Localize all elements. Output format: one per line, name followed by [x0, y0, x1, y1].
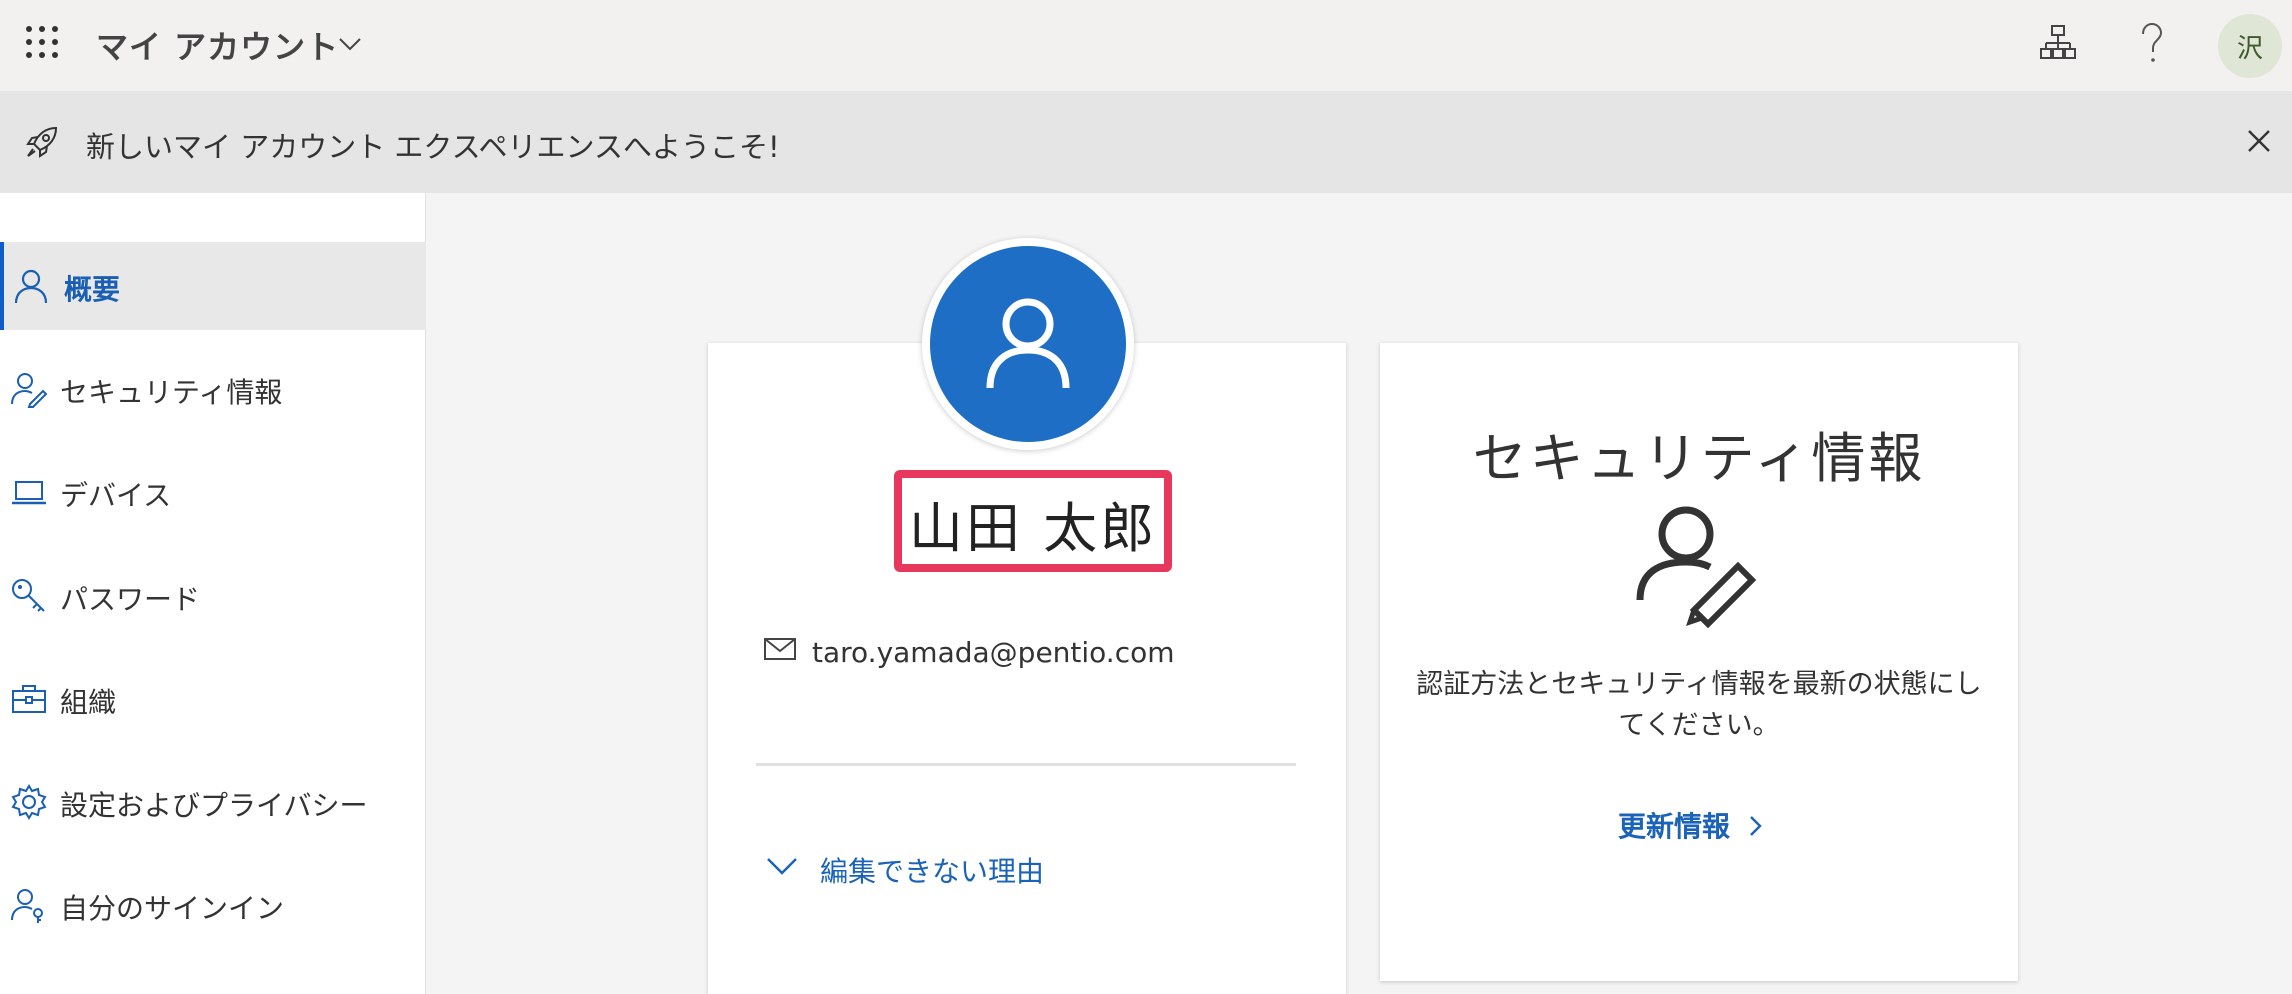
sidebar-item-organization[interactable]: 組織: [0, 655, 426, 743]
gear-icon: [11, 784, 47, 820]
user-avatar[interactable]: 沢: [2218, 14, 2282, 78]
mail-icon: [764, 638, 796, 660]
sidebar-item-label: 自分のサインイン: [60, 892, 285, 925]
sidebar-item-label: デバイス: [60, 479, 172, 512]
chevron-down-icon[interactable]: [338, 36, 362, 52]
key-icon: [12, 579, 45, 612]
sidebar-item-label: セキュリティ情報: [60, 376, 283, 409]
banner-message: 新しいマイ アカウント エクスペリエンスへようこそ!: [86, 130, 780, 164]
app-title[interactable]: マイ アカウント: [96, 22, 339, 68]
org-chart-icon[interactable]: [2040, 20, 2076, 64]
sidebar-item-password[interactable]: パスワード: [0, 552, 426, 640]
security-card-title: セキュリティ情報: [1472, 427, 1926, 490]
update-info-label: 更新情報: [1618, 810, 1731, 843]
person-icon: [14, 269, 48, 304]
briefcase-icon: [12, 685, 46, 713]
close-icon[interactable]: [2246, 128, 2272, 154]
rocket-icon: [26, 126, 58, 158]
person-key-icon: [11, 889, 43, 923]
sidebar-item-security-info[interactable]: セキュリティ情報: [0, 345, 426, 433]
sidebar-item-label: 組織: [60, 686, 117, 719]
security-card-description: 認証方法とセキュリティ情報を最新の状態にしてください。: [1416, 669, 1982, 741]
divider: [756, 763, 1296, 766]
person-edit-icon: [1636, 506, 1757, 629]
sidebar-item-overview[interactable]: 概要: [0, 242, 426, 330]
app-launcher-icon[interactable]: [26, 26, 58, 58]
sidebar-item-label: パスワード: [60, 583, 201, 616]
sidebar-nav: 概要 セキュリティ情報 デバイス パスワード 組織 設定およびプライバシー 自分…: [0, 193, 426, 994]
sidebar-item-label: 設定およびプライバシー: [60, 789, 368, 822]
person-icon: [986, 298, 1070, 389]
person-key-icon: [11, 373, 48, 408]
profile-avatar[interactable]: [922, 238, 1134, 450]
chevron-down-icon: [767, 858, 797, 875]
sidebar-item-label: 概要: [64, 273, 121, 306]
sidebar-item-my-signins[interactable]: 自分のサインイン: [0, 861, 426, 949]
laptop-icon: [12, 481, 46, 505]
update-info-link[interactable]: 更新情報: [1618, 805, 1762, 845]
sidebar-item-devices[interactable]: デバイス: [0, 448, 426, 536]
chevron-right-icon: [1750, 816, 1762, 836]
sidebar-item-settings-privacy[interactable]: 設定およびプライバシー: [0, 758, 426, 846]
welcome-banner: 新しいマイ アカウント エクスペリエンスへようこそ!: [0, 91, 2292, 193]
why-cannot-edit-label: 編集できない理由: [820, 855, 1045, 888]
help-icon[interactable]: [2136, 20, 2168, 68]
top-bar: マイ アカウント 沢: [0, 0, 2292, 91]
profile-name: 山田 太郎: [908, 497, 1158, 560]
profile-email: taro.yamada@pentio.com: [812, 636, 1175, 669]
